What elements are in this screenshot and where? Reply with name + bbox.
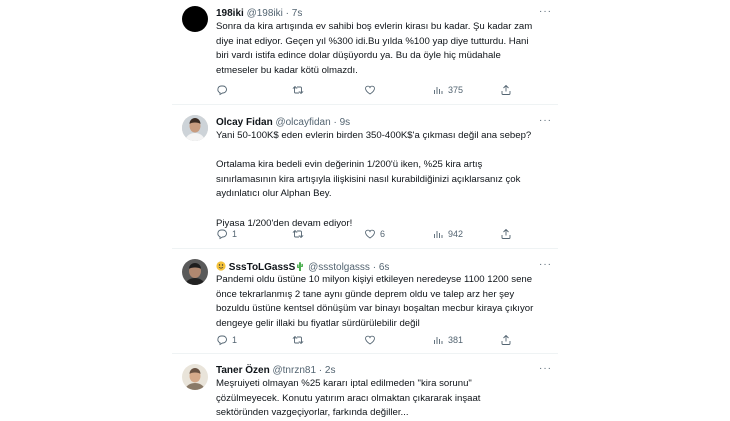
views-icon xyxy=(432,228,444,240)
retweet-button[interactable] xyxy=(292,228,304,240)
reply-button[interactable]: 1 xyxy=(216,334,237,346)
share-icon xyxy=(500,228,512,240)
like-count: 6 xyxy=(380,229,386,239)
reply-icon xyxy=(216,84,228,96)
timeline: 198iki @198iki · 7s ··· Sonra da kira ar… xyxy=(172,0,558,420)
share-icon xyxy=(500,334,512,346)
user-handle[interactable]: @tnrzn81 xyxy=(273,365,317,376)
tweet-line: biri vardı istifa edince dolar düşüyordu… xyxy=(216,50,501,62)
tweet-line: dengeye gelir illaki bu fiyatlar sürdürü… xyxy=(216,317,420,329)
tweet-line: sektöründen vazgeçiyorlar, farkında deği… xyxy=(216,407,409,419)
views-count: 942 xyxy=(448,229,464,239)
share-button[interactable] xyxy=(500,84,512,96)
user-handle[interactable]: @198iki xyxy=(247,8,283,19)
reply-count: 1 xyxy=(232,335,238,345)
reply-icon xyxy=(216,228,228,240)
tweet-text: Yani 50-100K$ eden evlerin birden 350-40… xyxy=(216,129,552,231)
user-handle[interactable]: @olcayfidan xyxy=(275,117,330,128)
tweet[interactable]: SssToLGassS @ssstolgasss · 6s ··· Pandem… xyxy=(172,249,558,354)
display-name[interactable]: SssToLGassS xyxy=(229,262,296,273)
tweet-line: diye inat ediyor. Geçen yıl %300 idi.Bu … xyxy=(216,35,529,47)
share-button[interactable] xyxy=(500,228,512,240)
display-name[interactable]: Taner Özen xyxy=(216,365,270,376)
person-avatar-image xyxy=(182,364,208,390)
timestamp[interactable]: 7s xyxy=(292,8,303,19)
tweet[interactable]: Taner Özen @tnrzn81 · 2s ··· Meşruiyeti … xyxy=(172,354,558,420)
timestamp[interactable]: 2s xyxy=(325,365,336,376)
tweet-header: 198iki @198iki · 7s xyxy=(216,8,303,19)
display-name[interactable]: 198iki xyxy=(216,8,244,19)
reply-button[interactable] xyxy=(216,84,228,96)
like-button[interactable] xyxy=(364,84,376,96)
heart-icon xyxy=(364,84,376,96)
tweet-actions: 375 xyxy=(216,84,506,98)
share-icon xyxy=(500,84,512,96)
avatar[interactable] xyxy=(182,364,208,390)
tweet[interactable]: 198iki @198iki · 7s ··· Sonra da kira ar… xyxy=(172,0,558,105)
cactus-emoji-icon xyxy=(297,262,304,271)
retweet-icon xyxy=(292,228,304,240)
views-count: 381 xyxy=(448,335,464,345)
views-icon xyxy=(432,84,444,96)
tweet-line: etmeseler bu kadar kötü olmazdı. xyxy=(216,64,358,76)
tweet-line: Pandemi oldu üstüne 10 milyon kişiyi etk… xyxy=(216,274,533,285)
more-options-icon[interactable]: ··· xyxy=(539,259,552,270)
tweet-header: Taner Özen @tnrzn81 · 2s xyxy=(216,365,336,376)
views-button[interactable]: 381 xyxy=(432,334,463,346)
smiley-emoji-icon xyxy=(216,261,226,271)
heart-icon xyxy=(364,334,376,346)
tweet-header: SssToLGassS @ssstolgasss · 6s xyxy=(216,261,389,273)
tweet-line: önce tekrarlanmış 2 tane aynı günde depr… xyxy=(216,288,515,300)
tweet-actions: 1 381 xyxy=(216,334,506,348)
tweet[interactable]: Olcay Fidan @olcayfidan · 9s ··· Yani 50… xyxy=(172,105,558,249)
retweet-button[interactable] xyxy=(292,334,304,346)
tweet-line: sınırlamasının kira artışıyla ilişkisini… xyxy=(216,173,521,185)
like-button[interactable] xyxy=(364,334,376,346)
avatar[interactable] xyxy=(182,6,208,32)
tweet-text: Pandemi oldu üstüne 10 milyon kişiyi etk… xyxy=(216,273,552,331)
person-avatar-image xyxy=(182,259,208,285)
display-name[interactable]: Olcay Fidan xyxy=(216,117,273,128)
tweet-header: Olcay Fidan @olcayfidan · 9s xyxy=(216,117,351,128)
heart-icon xyxy=(364,228,376,240)
avatar[interactable] xyxy=(182,115,208,141)
user-handle[interactable]: @ssstolgasss xyxy=(308,262,370,273)
reply-button[interactable]: 1 xyxy=(216,228,237,240)
tweet-line: çözülmeyecek. Konutu yatırım aracı olmak… xyxy=(216,392,481,404)
tweet-line: bozuldu üstüne kentsel dönüşüm var binay… xyxy=(216,303,534,315)
views-count: 375 xyxy=(448,85,464,95)
views-button[interactable]: 375 xyxy=(432,84,463,96)
person-avatar-image xyxy=(182,115,208,141)
more-options-icon[interactable]: ··· xyxy=(539,6,552,17)
share-button[interactable] xyxy=(500,334,512,346)
tweet-text: Sonra da kira artışında ev sahibi boş ev… xyxy=(216,20,552,78)
like-button[interactable]: 6 xyxy=(364,228,385,240)
reply-icon xyxy=(216,334,228,346)
tweet-line: Meşruiyeti olmayan %25 kararı iptal edil… xyxy=(216,378,472,389)
views-button[interactable]: 942 xyxy=(432,228,463,240)
tweet-line: aydınlatıcı olur Alphan Bey. xyxy=(216,188,332,200)
reply-count: 1 xyxy=(232,229,238,239)
tweet-text: Meşruiyeti olmayan %25 kararı iptal edil… xyxy=(216,377,552,421)
avatar[interactable] xyxy=(182,259,208,285)
tweet-line: Yani 50-100K$ eden evlerin birden 350-40… xyxy=(216,130,532,141)
more-options-icon[interactable]: ··· xyxy=(539,115,552,126)
more-options-icon[interactable]: ··· xyxy=(539,363,552,374)
tweet-line: Sonra da kira artışında ev sahibi boş ev… xyxy=(216,21,533,32)
retweet-button[interactable] xyxy=(292,84,304,96)
timestamp[interactable]: 6s xyxy=(379,262,390,273)
tweet-line: Ortalama kira bedeli evin değerinin 1/20… xyxy=(216,159,483,171)
tweet-actions: 1 6 942 xyxy=(216,228,506,242)
retweet-icon xyxy=(292,334,304,346)
timestamp[interactable]: 9s xyxy=(340,117,351,128)
retweet-icon xyxy=(292,84,304,96)
views-icon xyxy=(432,334,444,346)
